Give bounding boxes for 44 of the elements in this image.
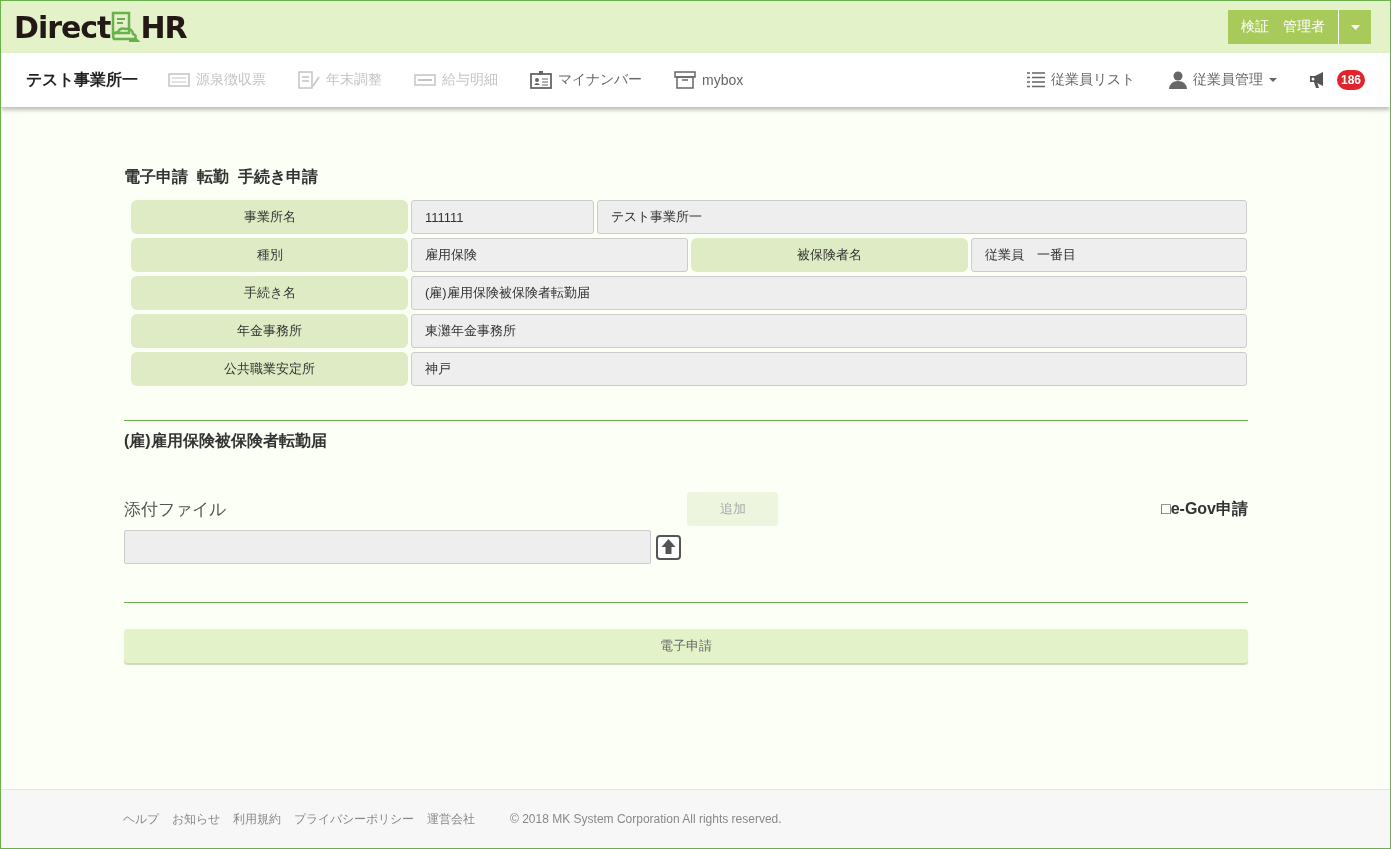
- nav-link[interactable]: mybox: [674, 71, 744, 89]
- footer-link[interactable]: プライバシーポリシー: [294, 810, 414, 828]
- copyright-text: © 2018 MK System Corporation All rights reserved.: [510, 812, 782, 826]
- office-name: テスト事業所一: [26, 69, 138, 90]
- egov-checkbox-label[interactable]: □e-Gov申請: [1161, 498, 1248, 520]
- list-icon: [1026, 72, 1045, 88]
- field-value: 111111: [411, 200, 594, 234]
- id-icon: [530, 71, 552, 89]
- logo-text: Direct: [14, 9, 111, 45]
- field-value: 雇用保険: [411, 238, 688, 272]
- field-label: 種別: [131, 238, 408, 272]
- nav-link[interactable]: 従業員管理: [1168, 71, 1277, 89]
- form-title: (雇)雇用保険被保険者転勤届: [124, 431, 328, 451]
- field-label: 手続き名: [131, 276, 408, 310]
- notification-badge: 186: [1336, 70, 1365, 90]
- field-label: 公共職業安定所: [131, 352, 408, 386]
- card-icon: [414, 74, 436, 86]
- logo-text: HR: [140, 9, 187, 45]
- footer-link[interactable]: ヘルプ: [123, 810, 159, 828]
- page-title: 電子申請 転勤 手続き申請: [124, 167, 319, 187]
- field-label: 年金事務所: [131, 314, 408, 348]
- person-icon: [1168, 71, 1187, 89]
- upload-icon[interactable]: [656, 534, 681, 560]
- submit-button[interactable]: 電子申請: [124, 629, 1248, 663]
- attachment-label: 添付ファイル: [124, 498, 227, 521]
- slip-icon: [168, 73, 190, 87]
- box-icon: [674, 71, 696, 89]
- field-value: 従業員 一番目: [970, 238, 1247, 272]
- footer-link[interactable]: 運営会社: [427, 810, 475, 828]
- field-label: 事業所名: [131, 200, 408, 234]
- field-label: 被保険者名: [690, 238, 968, 272]
- file-input-field[interactable]: [124, 530, 651, 564]
- footer-link[interactable]: 利用規約: [233, 810, 281, 828]
- field-value: 神戸: [411, 352, 1247, 386]
- field-value: (雇)雇用保険被保険者転勤届: [411, 276, 1247, 310]
- field-value: 東灘年金事務所: [411, 314, 1247, 348]
- nav-link[interactable]: マイナンバー: [530, 71, 642, 89]
- caret-icon: [1350, 24, 1360, 30]
- logo-icon: [110, 11, 141, 43]
- caret-icon: [1268, 78, 1277, 82]
- field-value: テスト事業所一: [597, 200, 1247, 234]
- nav-link[interactable]: 従業員リスト: [1026, 71, 1135, 89]
- footer-link[interactable]: お知らせ: [172, 810, 220, 828]
- pen-icon: [298, 71, 320, 89]
